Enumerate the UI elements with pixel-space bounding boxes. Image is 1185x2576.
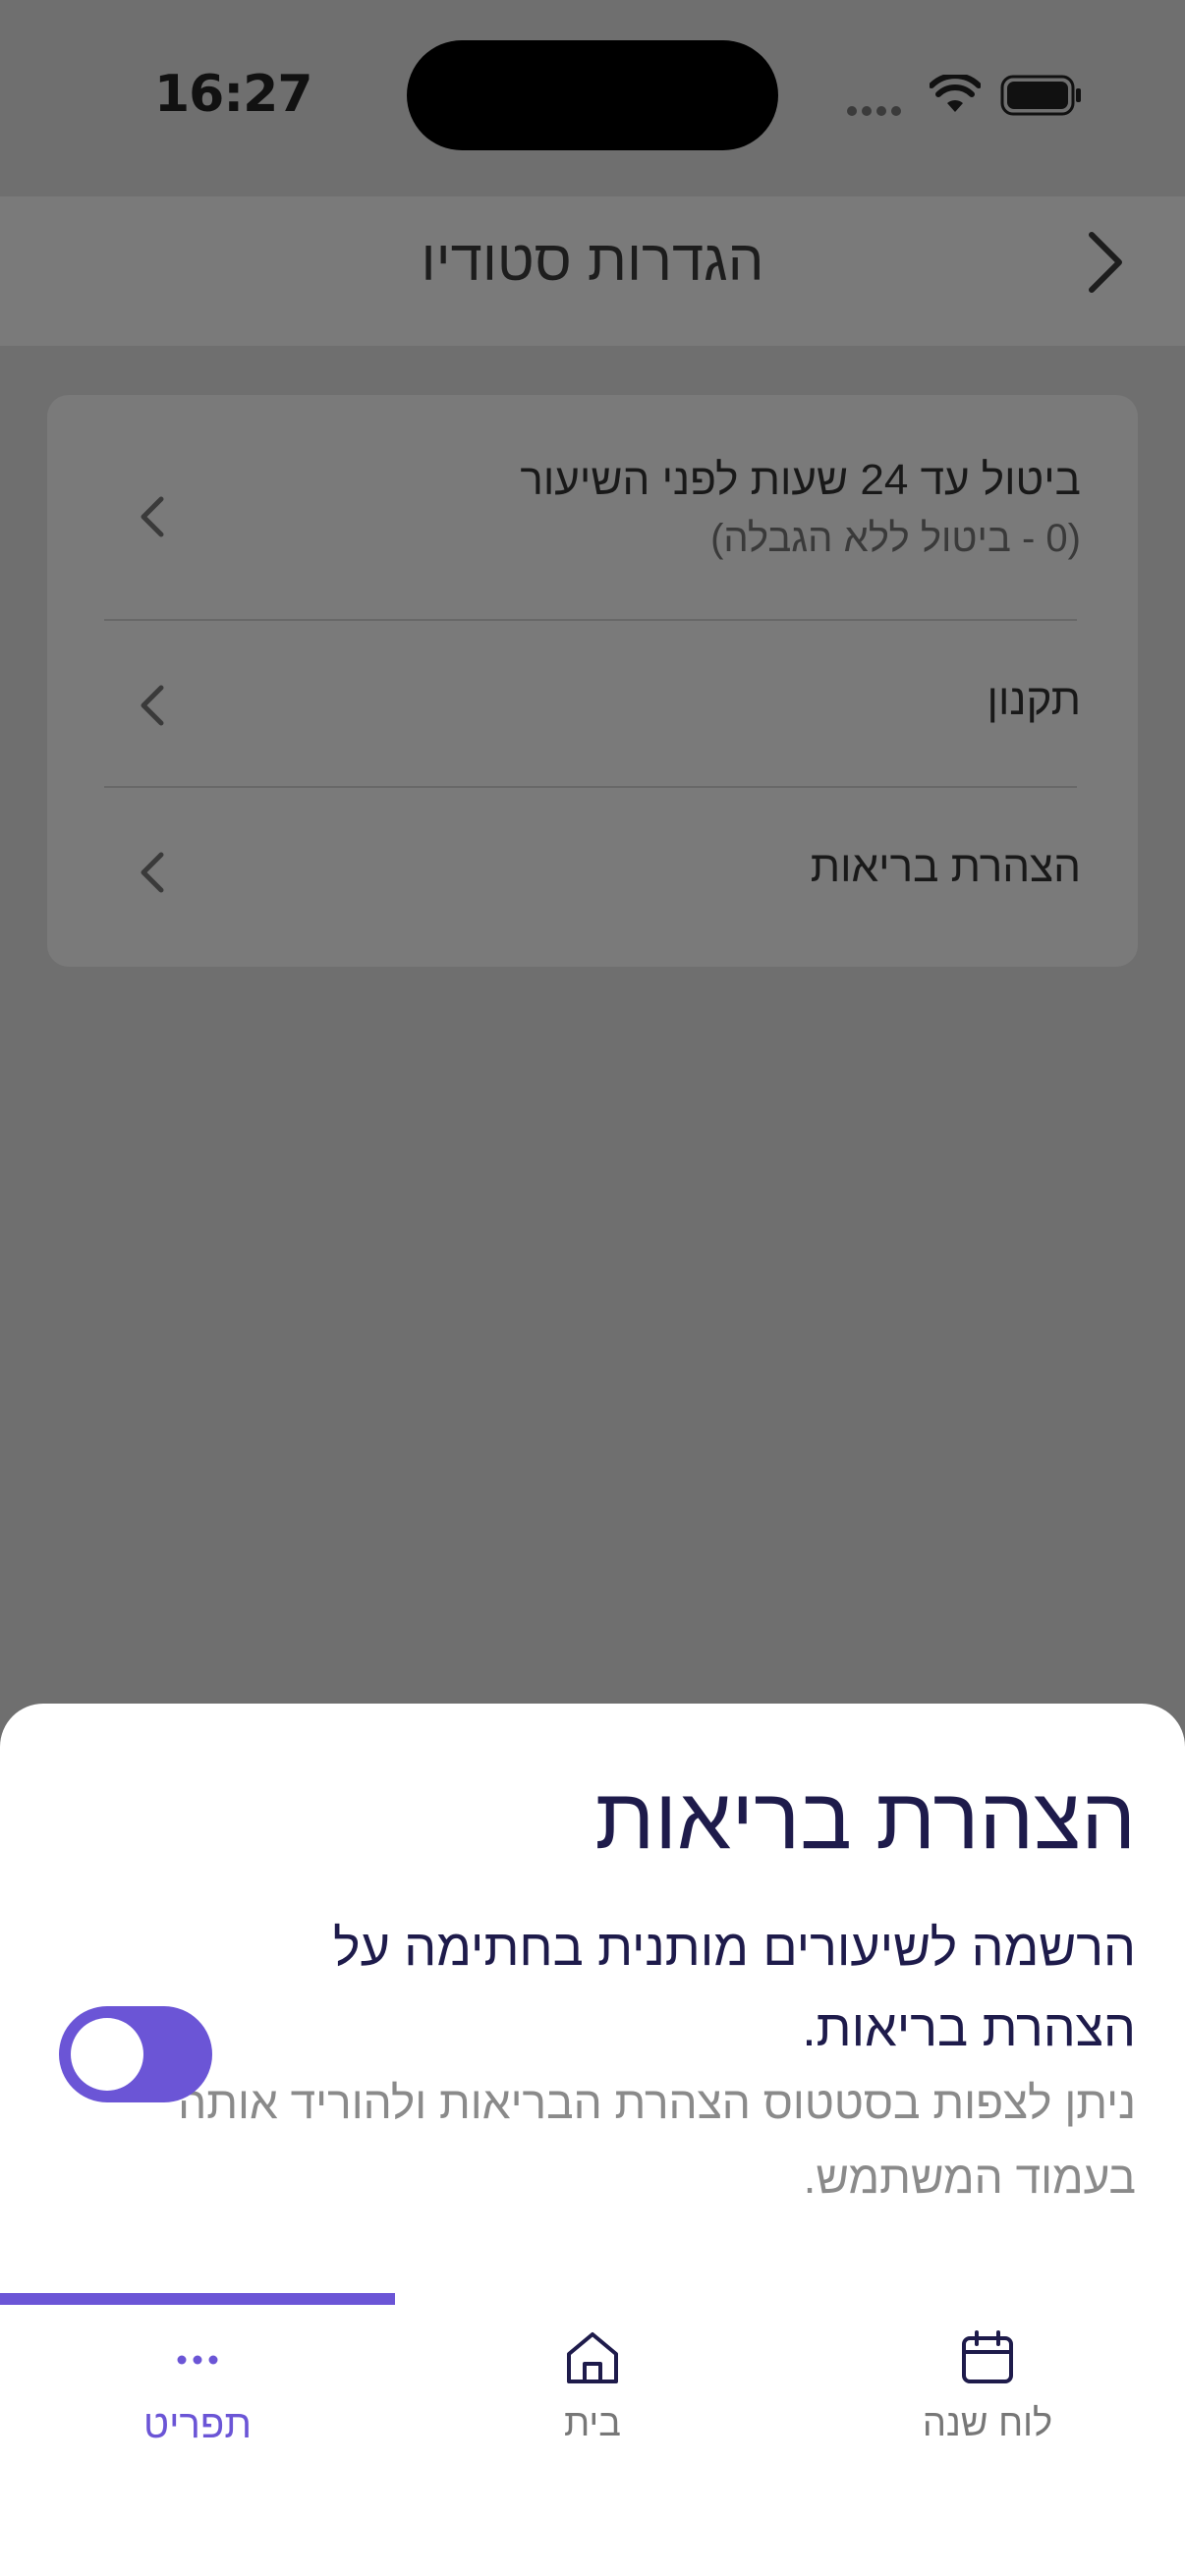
tab-label: לוח שנה	[922, 2403, 1053, 2444]
tab-menu[interactable]: תפריט	[0, 2328, 395, 2447]
sheet-description: הרשמה לשיעורים מותנית בחתימה על הצהרת בר…	[333, 1920, 1136, 2057]
tab-calendar[interactable]: לוח שנה	[790, 2328, 1185, 2445]
home-icon	[567, 2332, 618, 2383]
tab-label: תפריט	[143, 2403, 252, 2446]
settings-row-subtitle: (0 - ביטול ללא הגבלה)	[710, 517, 1081, 560]
settings-row-health-declaration[interactable]: הצהרת בריאות	[47, 843, 1138, 902]
chevron-left-icon	[141, 685, 164, 726]
calendar-icon	[962, 2330, 1013, 2383]
chevron-right-icon	[1089, 232, 1122, 293]
status-time: 16:27	[154, 65, 313, 124]
status-icons	[847, 71, 1083, 120]
dynamic-island	[407, 40, 778, 150]
settings-row-title: הצהרת בריאות	[810, 843, 1081, 891]
settings-card: ביטול עד 24 שעות לפני השיעור (0 - ביטול …	[47, 395, 1138, 967]
signal-dots-icon	[847, 103, 906, 121]
more-icon	[177, 2355, 218, 2365]
toggle-knob	[71, 2018, 143, 2091]
status-bar: 16:27	[0, 0, 1185, 196]
tab-active-indicator	[0, 2293, 395, 2305]
back-button[interactable]	[1071, 228, 1140, 297]
divider	[104, 619, 1077, 621]
settings-row-title: ביטול עד 24 שעות לפני השיעור	[520, 456, 1081, 504]
settings-row-cancellation[interactable]: ביטול עד 24 שעות לפני השיעור (0 - ביטול …	[47, 456, 1138, 584]
battery-icon	[1000, 75, 1081, 116]
sheet-note: ניתן לצפות בסטטוס הצהרת הבריאות ולהוריד …	[178, 2077, 1136, 2203]
divider	[104, 786, 1077, 788]
tab-home[interactable]: בית	[395, 2328, 790, 2445]
wifi-icon	[930, 75, 981, 112]
chevron-left-icon	[141, 852, 164, 893]
sheet-title: הצהרת בריאות	[594, 1769, 1136, 1867]
settings-row-terms[interactable]: תקנון	[47, 676, 1138, 735]
tab-label: בית	[563, 2403, 622, 2444]
page-title: הגדרות סטודיו	[421, 229, 764, 293]
settings-row-title: תקנון	[987, 676, 1081, 724]
chevron-left-icon	[141, 496, 164, 537]
health-declaration-toggle[interactable]	[59, 2006, 212, 2102]
